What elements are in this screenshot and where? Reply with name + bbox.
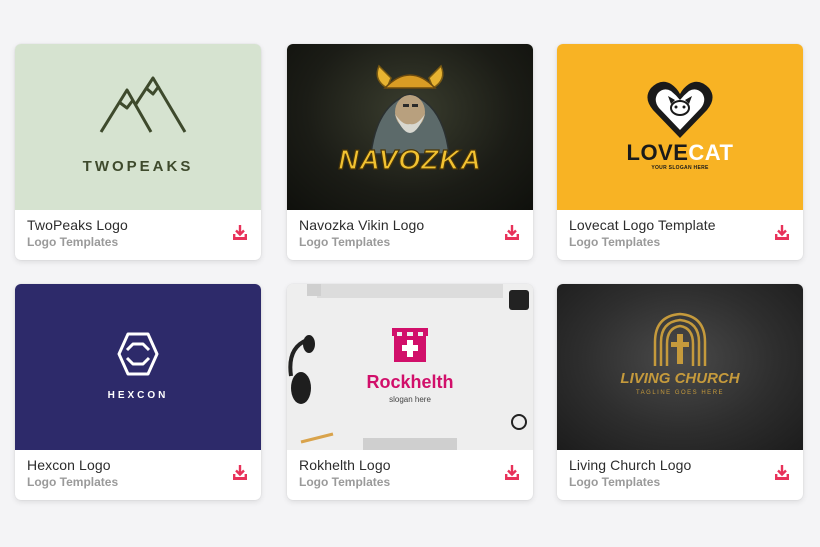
download-icon[interactable]	[231, 223, 249, 243]
card-title[interactable]: Hexcon Logo	[27, 457, 111, 473]
logo-card-lovecat[interactable]: LOVECAT YOUR SLOGAN HERE Lovecat Logo Te…	[557, 44, 803, 260]
logo-card-navozka[interactable]: NAVOZKA Navozka Vikin Logo Logo Template…	[287, 44, 533, 260]
hexcon-wordmark: HEXCON	[107, 390, 169, 401]
rockhelth-tagline: slogan here	[389, 395, 431, 404]
card-thumbnail[interactable]: NAVOZKA	[287, 44, 533, 210]
card-category: Logo Templates	[299, 235, 391, 249]
twopeaks-wordmark: TWOPEAKS	[82, 158, 194, 175]
navozka-wordmark: NAVOZKA	[338, 143, 482, 175]
twopeaks-mountain-logo	[99, 76, 187, 133]
card-category: Logo Templates	[299, 475, 391, 489]
logo-card-living-church[interactable]: LIVING CHURCH TAGLINE GOES HERE Living C…	[557, 284, 803, 500]
viking-mascot-logo	[370, 64, 450, 155]
living-church-tagline: TAGLINE GOES HERE	[635, 390, 725, 396]
heart-cat-logo	[647, 81, 713, 138]
card-category: Logo Templates	[27, 235, 119, 249]
card-title[interactable]: Rokhelth Logo	[299, 457, 391, 473]
wordmark-cat: CAT	[688, 140, 734, 165]
church-arch-logo	[653, 312, 707, 366]
card-thumbnail[interactable]: LIVING CHURCH TAGLINE GOES HERE	[557, 284, 803, 450]
wordmark-love: LOVE	[626, 140, 689, 165]
card-title[interactable]: TwoPeaks Logo	[27, 217, 128, 233]
card-thumbnail[interactable]: LOVECAT YOUR SLOGAN HERE	[557, 44, 803, 210]
download-icon[interactable]	[773, 223, 791, 243]
download-icon[interactable]	[503, 463, 521, 483]
rockhelth-wordmark: Rockhelth	[366, 372, 454, 392]
card-thumbnail[interactable]: HEXCON	[15, 284, 261, 450]
lovecat-tagline: YOUR SLOGAN HERE	[651, 165, 709, 171]
card-title[interactable]: Navozka Vikin Logo	[299, 217, 424, 233]
logo-card-rockhelth[interactable]: Rockhelth slogan here Rokhelth Logo Logo…	[287, 284, 533, 500]
living-church-wordmark: LIVING CHURCH	[620, 370, 740, 387]
hexagon-logo	[117, 332, 159, 376]
card-title[interactable]: Living Church Logo	[569, 457, 691, 473]
logo-card-twopeaks[interactable]: TWOPEAKS TwoPeaks Logo Logo Templates	[15, 44, 261, 260]
card-category: Logo Templates	[569, 235, 661, 249]
download-icon[interactable]	[773, 463, 791, 483]
download-icon[interactable]	[231, 463, 249, 483]
logo-card-hexcon[interactable]: HEXCON Hexcon Logo Logo Templates	[15, 284, 261, 500]
lovecat-wordmark: LOVECAT	[557, 140, 803, 166]
download-icon[interactable]	[503, 223, 521, 243]
desk-scene-image	[288, 284, 529, 450]
card-thumbnail[interactable]: Rockhelth slogan here	[287, 284, 533, 450]
card-category: Logo Templates	[569, 475, 661, 489]
card-category: Logo Templates	[27, 475, 119, 489]
card-title[interactable]: Lovecat Logo Template	[569, 217, 716, 233]
card-thumbnail[interactable]: TWOPEAKS	[15, 44, 261, 210]
